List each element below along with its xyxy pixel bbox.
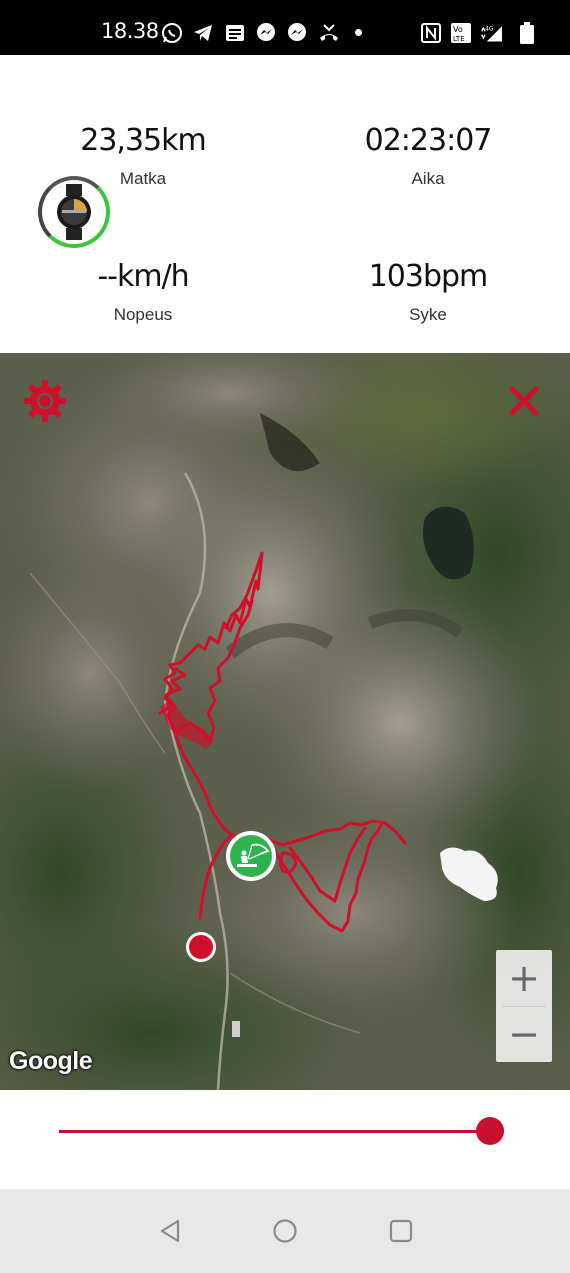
whatsapp-icon [162, 23, 182, 43]
back-icon[interactable] [156, 1217, 184, 1245]
zoom-in-button[interactable]: + [496, 950, 552, 1006]
messenger-icon [288, 23, 306, 41]
zoom-out-button[interactable]: − [496, 1006, 552, 1062]
workout-stats-panel: 23,35km Matka 02:23:07 Aika --km/h Nopeu… [0, 55, 570, 353]
watch-sync-button[interactable] [38, 176, 110, 248]
zoom-controls: + − [496, 950, 552, 1062]
system-navigation-bar [0, 1189, 570, 1273]
watch-icon [57, 184, 91, 240]
home-icon[interactable] [271, 1217, 299, 1245]
svg-text:LTE: LTE [453, 35, 465, 43]
route-map[interactable]: + − Google [0, 353, 570, 1090]
notification-dot-icon [355, 29, 362, 36]
volte-icon: VoLTE [451, 23, 471, 43]
current-position-marker[interactable] [224, 829, 278, 883]
google-attribution: Google [9, 1047, 93, 1075]
gear-icon[interactable] [22, 378, 68, 424]
signal-4g-icon: 4G [481, 26, 502, 42]
satellite-terrain [0, 353, 570, 1090]
duration-label: Aika [411, 169, 445, 188]
slider-track[interactable] [59, 1130, 504, 1133]
duration-value: 02:23:07 [364, 123, 493, 158]
status-bar: 18.38 Vo LTE 4G [0, 0, 570, 55]
svg-text:Vo: Vo [453, 25, 463, 34]
timeline-slider [0, 1090, 570, 1189]
nfc-icon [421, 23, 441, 43]
heart-rate-label: Syke [409, 305, 447, 324]
start-position-marker[interactable] [185, 931, 217, 963]
recents-icon[interactable] [387, 1217, 415, 1245]
battery-icon [520, 22, 534, 44]
messenger-icon [257, 23, 275, 41]
telegram-icon [194, 25, 212, 41]
svg-text:4G: 4G [485, 26, 494, 32]
status-time: 18.38 [101, 19, 159, 43]
news-icon [226, 25, 244, 41]
close-icon[interactable] [506, 383, 542, 419]
missed-call-icon [320, 24, 338, 41]
heart-rate-value: 103bpm [368, 259, 489, 294]
distance-value: 23,35km [80, 123, 206, 158]
slider-thumb[interactable] [476, 1117, 504, 1145]
speed-value: --km/h [97, 259, 189, 294]
speed-label: Nopeus [113, 305, 173, 324]
